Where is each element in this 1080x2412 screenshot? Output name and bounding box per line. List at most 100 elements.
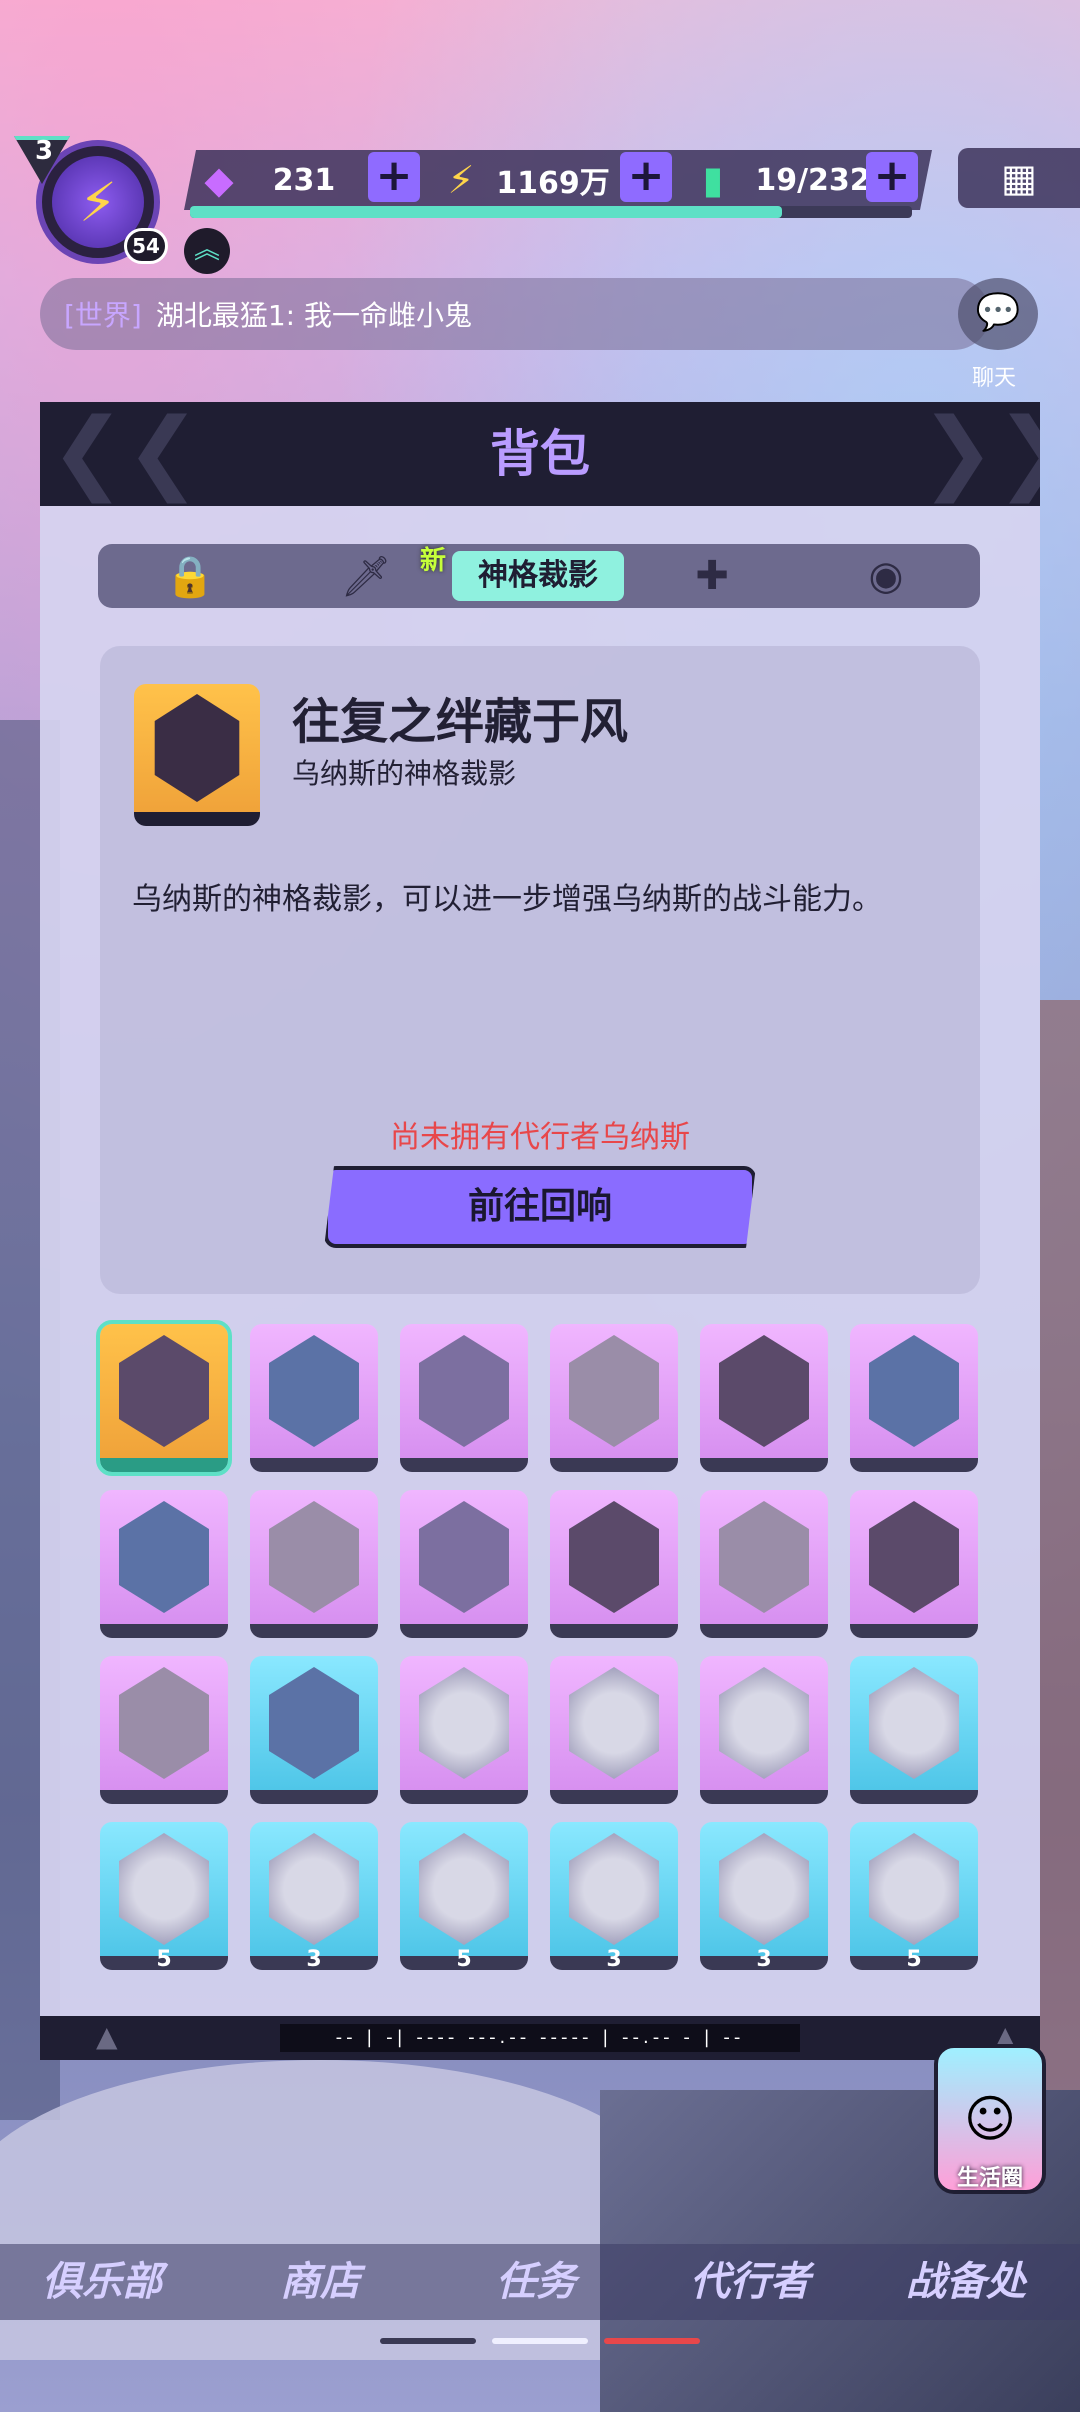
character-portrait [419, 1501, 509, 1613]
unas-portrait [154, 694, 240, 802]
tab-bag[interactable]: 🔒 [150, 544, 230, 608]
tab-weapon[interactable]: 🗡 [326, 544, 406, 608]
character-portrait [119, 1833, 209, 1945]
go-echo-button[interactable]: 前往回响 [324, 1166, 756, 1248]
item-cell[interactable] [250, 1490, 378, 1638]
item-cell[interactable] [700, 1324, 828, 1472]
character-portrait [719, 1667, 809, 1779]
bag-icon: 🔒 [165, 553, 215, 600]
panel-footer-strip: ▲ -- | -| ---- ---.-- ----- | --.-- - | … [40, 2016, 1040, 2060]
item-cell[interactable] [96, 1320, 232, 1476]
page-indicator-active [492, 2338, 588, 2344]
item-cell[interactable]: 3 [250, 1822, 378, 1972]
puzzle-icon: ✚ [695, 553, 729, 599]
character-portrait [119, 1501, 209, 1613]
character-portrait [569, 1335, 659, 1447]
item-subtitle: 乌纳斯的神格裁影 [292, 757, 517, 790]
item-cell[interactable] [400, 1324, 528, 1472]
player-sub-level: 54 [124, 228, 168, 264]
item-cell[interactable] [400, 1490, 528, 1638]
life-circle-label: 生活圈 [956, 2166, 1023, 2191]
nav-shop[interactable]: 商店 [280, 2250, 360, 2314]
selected-item-icon [134, 684, 260, 826]
character-portrait [869, 1667, 959, 1779]
warning-triangle-icon: ▲ [96, 2020, 118, 2053]
character-portrait [719, 1501, 809, 1613]
menu-grid-button[interactable]: ▦ [958, 148, 1080, 208]
item-count: 3 [756, 1947, 772, 1972]
character-portrait [719, 1833, 809, 1945]
sword-icon: 🗡 [340, 553, 392, 600]
item-name: 往复之绊藏于风 [292, 694, 629, 750]
item-cell[interactable] [550, 1490, 678, 1638]
item-cell[interactable] [100, 1656, 228, 1804]
tab-mask[interactable]: ◉ [846, 544, 926, 608]
crystal-count: 231 [272, 162, 336, 198]
character-portrait [569, 1667, 659, 1779]
item-cell[interactable] [850, 1490, 978, 1638]
coin-count: 1169万 [496, 166, 610, 201]
item-count: 5 [156, 1947, 172, 1972]
character-portrait [869, 1501, 959, 1613]
character-portrait [569, 1501, 659, 1613]
item-cell[interactable] [250, 1656, 378, 1804]
item-cell[interactable] [550, 1324, 678, 1472]
background-building-right [1040, 1000, 1080, 2200]
character-portrait [869, 1833, 959, 1945]
character-portrait [719, 1335, 809, 1447]
item-cell[interactable] [250, 1324, 378, 1472]
chat-button-label: 聊天 [972, 366, 1017, 391]
character-portrait [269, 1335, 359, 1447]
tab-puzzle[interactable]: ✚ [672, 544, 752, 608]
item-cell[interactable]: 3 [550, 1822, 678, 1972]
item-count: 5 [456, 1947, 472, 1972]
item-cell[interactable] [100, 1490, 228, 1638]
player-level: 3 [34, 136, 54, 166]
energy-resource: ▮ 19/232 [690, 150, 890, 210]
item-description: 乌纳斯的神格裁影，可以进一步增强乌纳斯的战斗能力。 [132, 882, 882, 917]
chat-message: 湖北最猛1: 我一命雌小鬼 [155, 299, 473, 332]
character-portrait [419, 1667, 509, 1779]
character-portrait [869, 1335, 959, 1447]
item-cell[interactable]: 5 [400, 1822, 528, 1972]
item-cell[interactable] [400, 1656, 528, 1804]
item-cell[interactable]: 3 [700, 1822, 828, 1972]
item-cell[interactable] [550, 1656, 678, 1804]
world-chat-bar[interactable]: [世界] 湖北最猛1: 我一命雌小鬼 [40, 278, 990, 350]
menu-grid-icon: ▦ [1001, 156, 1037, 200]
item-cell[interactable]: 5 [850, 1822, 978, 1972]
footer-ticker: -- | -| ---- ---.-- ----- | --.-- - | -- [280, 2024, 800, 2052]
character-portrait [269, 1501, 359, 1613]
item-count: 5 [906, 1947, 922, 1972]
item-cell[interactable] [700, 1490, 828, 1638]
chat-bubble-icon: 💬 [975, 292, 1021, 333]
coin-icon: ⚡ [447, 158, 475, 202]
unas-portrait [119, 1335, 209, 1447]
item-cell[interactable] [850, 1656, 978, 1804]
add-coin-button[interactable]: + [620, 152, 672, 202]
character-portrait [419, 1833, 509, 1945]
ownership-warning: 尚未拥有代行者乌纳斯 [390, 1120, 690, 1155]
rank-chevron-icon[interactable]: ︽ [184, 228, 230, 274]
energy-icon: ▮ [702, 158, 724, 202]
chat-channel: [世界] [64, 299, 142, 332]
character-portrait [269, 1667, 359, 1779]
item-cell[interactable]: 5 [100, 1822, 228, 1972]
phone-face-icon: ☺ [963, 2090, 1017, 2148]
mask-icon: ◉ [868, 553, 904, 599]
add-crystal-button[interactable]: + [368, 152, 420, 202]
chat-button[interactable]: 💬 [958, 278, 1038, 350]
character-portrait [269, 1833, 359, 1945]
tab-divine-shadow[interactable]: 神格裁影 [452, 551, 624, 601]
crystal-icon: ◆ [204, 158, 234, 202]
nav-agents[interactable]: 代行者 [690, 2250, 810, 2314]
character-portrait [419, 1335, 509, 1447]
item-cell[interactable] [850, 1324, 978, 1472]
nav-armory[interactable]: 战备处 [906, 2250, 1026, 2314]
nav-club[interactable]: 俱乐部 [42, 2250, 162, 2314]
nav-tasks[interactable]: 任务 [496, 2250, 576, 2314]
page-indicator [604, 2338, 700, 2344]
item-cell[interactable] [700, 1656, 828, 1804]
character-portrait [119, 1667, 209, 1779]
add-energy-button[interactable]: + [866, 152, 918, 202]
